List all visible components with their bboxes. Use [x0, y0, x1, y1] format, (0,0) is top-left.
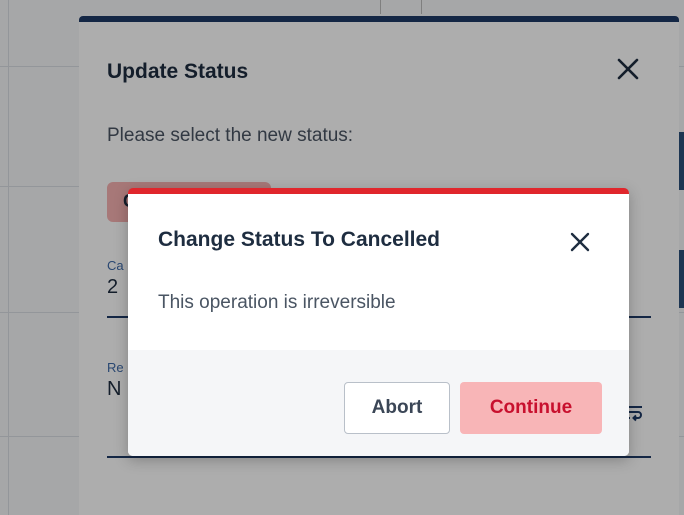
abort-button[interactable]: Abort: [344, 382, 450, 434]
dialog-footer: Abort Continue: [128, 350, 629, 456]
dialog-title: Change Status To Cancelled: [158, 228, 440, 251]
close-icon[interactable]: [566, 228, 594, 256]
continue-button[interactable]: Continue: [460, 382, 602, 434]
confirm-dialog: Change Status To Cancelled This operatio…: [128, 188, 629, 456]
dialog-message: This operation is irreversible: [158, 292, 396, 313]
